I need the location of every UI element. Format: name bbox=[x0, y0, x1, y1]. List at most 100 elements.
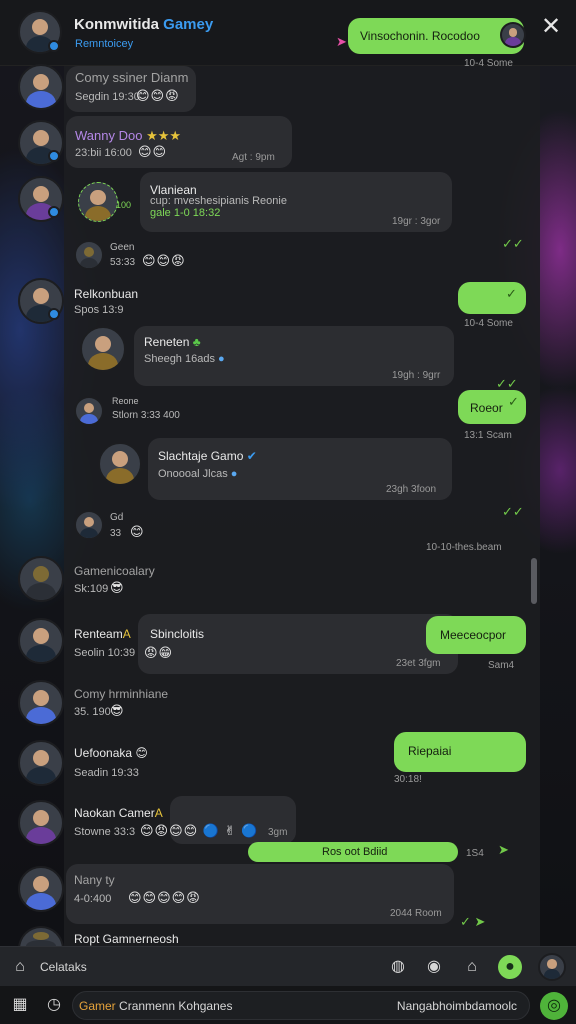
outgoing-text: Riepaiai bbox=[408, 744, 452, 758]
sender-name: Naokan CamerA bbox=[74, 806, 163, 820]
globe-icon: ● bbox=[218, 353, 225, 365]
action-toolbar: ⌂ Celataks ◍ ◉ ⌂ ● bbox=[0, 946, 576, 986]
message-time: 23gh 3foon bbox=[386, 484, 437, 495]
message-time: 23et 3fgm bbox=[396, 658, 441, 669]
clover-icon: ♣ bbox=[192, 335, 201, 349]
home-icon[interactable]: ⌂ bbox=[8, 955, 32, 979]
profile-avatar[interactable] bbox=[538, 953, 566, 981]
outgoing-text: Roeor bbox=[470, 401, 503, 415]
thumbnail-avatar bbox=[78, 182, 118, 222]
quote-line: cup: mveshesipianis Reonie bbox=[150, 195, 287, 207]
avatar[interactable] bbox=[18, 618, 64, 664]
verified-badge bbox=[48, 308, 60, 320]
message-text: Stlorn 3:33 400 bbox=[112, 410, 180, 421]
clock-icon[interactable]: ◷ bbox=[42, 993, 66, 1017]
sender-name: Nany ty bbox=[74, 873, 115, 887]
message-text: 23:bii 16:00 bbox=[75, 147, 132, 159]
message-text: 53:33 bbox=[110, 257, 136, 268]
emoji-reactions: 😊😊 bbox=[138, 144, 168, 159]
pinned-message[interactable]: Vinsochonin. Rocodoo bbox=[348, 18, 524, 54]
sender-name: Geen bbox=[110, 242, 135, 253]
avatar[interactable] bbox=[18, 740, 64, 786]
rank-badge: A bbox=[154, 806, 163, 820]
shield-icon[interactable]: ◍ bbox=[386, 955, 410, 979]
sender-name: Uefoonaka 😊 bbox=[74, 746, 148, 760]
message-text: Sk:109 bbox=[74, 583, 109, 595]
verified-icon: ✔ bbox=[246, 449, 257, 463]
sender-name: Comy ssiner Dianm bbox=[75, 70, 189, 85]
message-time: Agt : 9pm bbox=[232, 152, 275, 163]
sender-name: Reone bbox=[112, 396, 139, 406]
sender-name: RenteamA bbox=[74, 627, 131, 641]
rank-stars: ★★★ bbox=[146, 128, 182, 143]
game-controller-icon[interactable]: ● bbox=[498, 955, 522, 979]
sender-name: Ropt Gamnerneosh bbox=[74, 932, 179, 946]
globe-icon: ● bbox=[230, 468, 238, 480]
send-icon[interactable]: ➤ bbox=[498, 842, 509, 858]
message-text: Spos 13:9 bbox=[74, 304, 124, 316]
outgoing-text: Ros oot Bdiid bbox=[322, 846, 388, 858]
read-receipt-icon: ✓ ➤ bbox=[460, 914, 486, 929]
outgoing-message[interactable]: Riepaiai bbox=[394, 732, 526, 772]
chat-screen: Konmwitida Gamey Remntoicey ➤ Vinsochoni… bbox=[0, 0, 576, 1024]
avatar[interactable] bbox=[80, 326, 126, 372]
search-right-text: Nangabhoimbdamoolc bbox=[396, 999, 517, 1013]
message-time: 13:1 Scam bbox=[464, 430, 512, 441]
search-prefix: Gamer bbox=[79, 999, 116, 1013]
message-text: Seadin 19:33 bbox=[74, 767, 139, 779]
avatar[interactable] bbox=[18, 64, 64, 110]
verified-badge bbox=[48, 206, 60, 218]
sender-name: Wanny Doo ★★★ bbox=[75, 128, 182, 143]
close-icon[interactable]: ✕ bbox=[538, 14, 564, 40]
avatar[interactable] bbox=[74, 240, 104, 270]
message-time: 10-10-thes.beam bbox=[426, 542, 502, 553]
rank-badge: A bbox=[122, 627, 131, 641]
message-time: 10-4 Some bbox=[464, 318, 513, 329]
avatar[interactable] bbox=[18, 680, 64, 726]
grid-icon[interactable]: ▦ bbox=[8, 993, 32, 1017]
message-time: 1S4 bbox=[466, 848, 484, 859]
house-icon[interactable]: ⌂ bbox=[460, 955, 484, 979]
read-receipt-icon: ✓✓ bbox=[502, 236, 524, 251]
emoji-reactions: 😡😁 bbox=[144, 645, 174, 660]
message-time: 3gm bbox=[268, 827, 288, 838]
outgoing-message[interactable]: Meeceocpor bbox=[426, 616, 526, 654]
message-time: 2044 Room bbox=[390, 908, 442, 919]
message-title: Sbincloitis bbox=[150, 627, 205, 641]
emoji-reactions: 😊😡😊😊 🔵 ✌ 🔵 bbox=[140, 823, 259, 838]
outgoing-text: Meeceocpor bbox=[440, 628, 507, 642]
search-input[interactable]: Gamer Cranmenn Kohganes Nangabhoimbdamoo… bbox=[72, 991, 530, 1020]
message-text: Onoooal Jlcas ● bbox=[158, 468, 238, 480]
avatar[interactable] bbox=[18, 800, 64, 846]
sender-name: Gd bbox=[110, 512, 124, 523]
search-text: Gamer Cranmenn Kohganes bbox=[79, 999, 233, 1013]
emoji-reactions: 😎 bbox=[110, 703, 125, 718]
avatar[interactable] bbox=[74, 510, 104, 540]
avatar[interactable] bbox=[18, 866, 64, 912]
scrollbar-thumb[interactable] bbox=[531, 558, 537, 604]
message-time: 30:18! bbox=[394, 774, 422, 785]
emoji-reactions: 😎 bbox=[110, 580, 125, 595]
sender-name: Relkonbuan bbox=[74, 287, 139, 301]
sender-name: Comy hrminhiane bbox=[74, 687, 169, 701]
record-icon[interactable]: ◉ bbox=[422, 955, 446, 979]
avatar[interactable] bbox=[74, 396, 104, 426]
verified-badge bbox=[48, 40, 60, 52]
message-text: Stowne 33:3 bbox=[74, 826, 136, 838]
avatar[interactable] bbox=[18, 556, 64, 602]
avatar[interactable] bbox=[98, 442, 142, 486]
sender-name: Gamenicoalary bbox=[74, 564, 155, 578]
message-text: 35. 190 bbox=[74, 706, 111, 718]
pin-icon: ➤ bbox=[336, 34, 347, 49]
side-tag: 100 bbox=[116, 200, 132, 210]
chat-header: Konmwitida Gamey Remntoicey ➤ Vinsochoni… bbox=[0, 0, 576, 69]
message-text: Segdin 19:30 bbox=[75, 91, 140, 103]
chat-title: Konmwitida Gamey bbox=[74, 16, 214, 33]
read-receipt-icon: ✓ bbox=[508, 394, 519, 409]
smile-icon: 😊 bbox=[135, 746, 148, 760]
message-time-2: Sam4 bbox=[488, 660, 515, 671]
read-receipt-icon: ✓ bbox=[506, 286, 517, 301]
pinned-avatar bbox=[500, 22, 526, 48]
outgoing-message[interactable]: Ros oot Bdiid bbox=[248, 842, 458, 862]
game-hub-icon[interactable]: ◎ bbox=[540, 992, 568, 1020]
